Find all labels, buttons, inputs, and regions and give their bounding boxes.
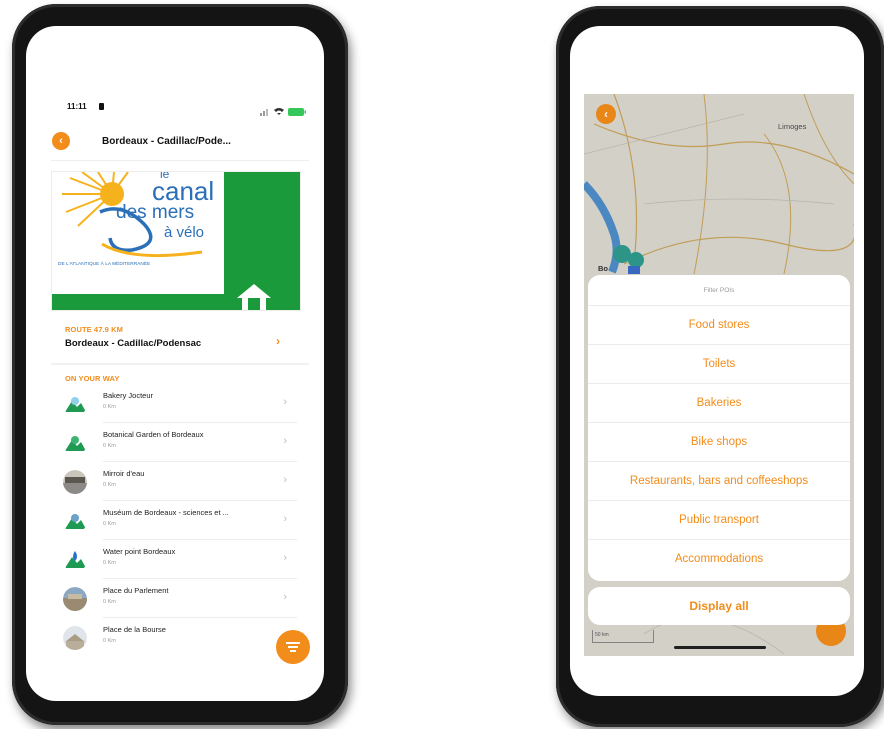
poi-name: Place de la Bourse — [103, 625, 166, 634]
filter-icon — [286, 642, 300, 652]
right-phone-screen: ‹ Limoges Bo 50 km Filter POIs Food stor… — [570, 26, 864, 696]
nav-title: Bordeaux - Cadillac/Pode... — [102, 136, 231, 147]
chevron-left-icon: ‹ — [59, 135, 63, 147]
poi-name: Water point Bordeaux — [103, 547, 176, 556]
left-phone-screen: 11:11 ‹ Bordeaux - Cadillac/Pode... le c… — [26, 26, 324, 701]
museum-icon — [63, 509, 87, 533]
filter-option-bakeries[interactable]: Bakeries — [588, 383, 850, 423]
poi-distance: 0 Km — [103, 443, 116, 449]
back-button[interactable]: ‹ — [52, 132, 70, 150]
filter-option-food-stores[interactable]: Food stores — [588, 305, 850, 345]
filter-option-accommodations[interactable]: Accommodations — [588, 539, 850, 579]
list-item[interactable]: Water point Bordeaux 0 Km › — [51, 540, 297, 579]
landmark-photo-icon — [63, 626, 87, 650]
display-all-button[interactable]: Display all — [588, 587, 850, 625]
poi-distance: 0 Km — [103, 599, 116, 605]
filter-option-bike-shops[interactable]: Bike shops — [588, 422, 850, 462]
poi-name: Muséum de Bordeaux - sciences et ... — [103, 508, 229, 517]
logo-tagline: DE L'ATLANTIQUE À LA MÉDITERRANÉE — [58, 262, 151, 267]
landmark-photo-icon — [63, 470, 87, 494]
nav-divider — [51, 160, 309, 161]
poi-distance: 0 Km — [103, 404, 116, 410]
chevron-right-icon: › — [276, 334, 280, 348]
display-all-label: Display all — [689, 599, 749, 613]
section-divider — [51, 363, 309, 365]
chevron-right-icon: › — [283, 552, 287, 564]
poi-distance: 0 Km — [103, 482, 116, 488]
poi-distance: 0 Km — [103, 521, 116, 527]
left-phone: 11:11 ‹ Bordeaux - Cadillac/Pode... le c… — [12, 4, 348, 725]
route-banner: le canal des mers à vélo DE L'ATLANTIQUE… — [51, 171, 301, 311]
water-drop-icon — [63, 548, 87, 572]
bakery-icon — [63, 392, 87, 416]
poi-name: Mirroir d'eau — [103, 469, 145, 478]
status-icons — [260, 103, 308, 121]
list-item[interactable]: Mirroir d'eau 0 Km › — [51, 462, 297, 501]
poi-distance: 0 Km — [103, 560, 116, 566]
list-item[interactable]: Botanical Garden of Bordeaux 0 Km › — [51, 423, 297, 462]
filter-fab[interactable] — [276, 630, 310, 664]
garden-icon — [63, 431, 87, 455]
filter-sheet: Filter POIs Food stores Toilets Bakeries… — [588, 275, 850, 581]
list-item[interactable]: Place de la Bourse 0 Km — [51, 618, 297, 657]
poi-list: Bakery Jocteur 0 Km › Botanical Garden o… — [51, 384, 309, 694]
logo-word-a-velo: à vélo — [164, 224, 205, 241]
right-phone: ‹ Limoges Bo 50 km Filter POIs Food stor… — [556, 6, 884, 727]
battery-icon — [99, 103, 104, 110]
status-time: 11:11 — [67, 102, 87, 111]
route-card[interactable]: ROUTE 47.9 KM Bordeaux - Cadillac/Podens… — [51, 313, 299, 361]
chevron-right-icon: › — [283, 474, 287, 486]
logo-word-des-mers: des mers — [116, 202, 195, 223]
filter-option-toilets[interactable]: Toilets — [588, 344, 850, 384]
poi-name: Place du Parlement — [103, 586, 169, 595]
filter-option-restaurants[interactable]: Restaurants, bars and coffeeshops — [588, 461, 850, 501]
chevron-right-icon: › — [283, 435, 287, 447]
filter-option-public-transport[interactable]: Public transport — [588, 500, 850, 540]
poi-distance: 0 Km — [103, 638, 116, 644]
route-distance-label: ROUTE 47.9 KM — [65, 325, 123, 334]
filter-sheet-title: Filter POIs — [703, 287, 735, 294]
chevron-right-icon: › — [283, 513, 287, 525]
signal-wifi-battery-icon — [260, 108, 306, 116]
chevron-right-icon: › — [283, 396, 287, 408]
chevron-right-icon: › — [283, 591, 287, 603]
list-item[interactable]: Place du Parlement 0 Km › — [51, 579, 297, 618]
route-name: Bordeaux - Cadillac/Podensac — [65, 338, 202, 349]
poi-name: Botanical Garden of Bordeaux — [103, 430, 204, 439]
list-item[interactable]: Muséum de Bordeaux - sciences et ... 0 K… — [51, 501, 297, 540]
on-your-way-label: ON YOUR WAY — [65, 374, 120, 383]
list-item[interactable]: Bakery Jocteur 0 Km › — [51, 384, 297, 423]
poi-name: Bakery Jocteur — [103, 391, 154, 400]
landmark-photo-icon — [63, 587, 87, 611]
